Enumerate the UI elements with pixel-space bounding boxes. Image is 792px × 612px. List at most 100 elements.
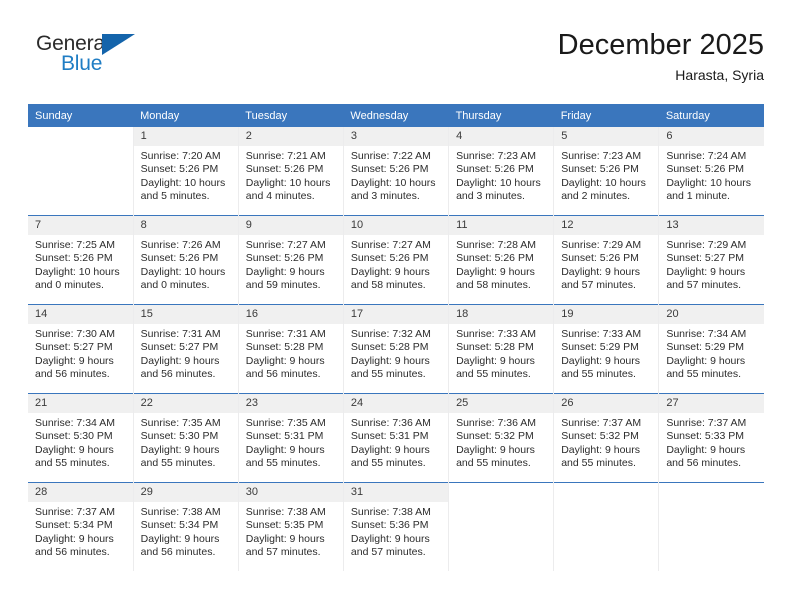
day-details: Sunrise: 7:24 AM Sunset: 5:26 PM Daylight:… [659,146,764,204]
calendar-day-cell[interactable]: 30 Sunrise: 7:38 AM Sunset: 5:35 PM Dayligh… [238,482,344,571]
daylight-text: Daylight: 9 hours and 55 minutes. [561,354,640,381]
calendar-day-cell[interactable]: 5 Sunrise: 7:23 AM Sunset: 5:26 PM Daylight… [553,127,660,216]
day-number: 3 [343,127,449,146]
calendar-day-cell[interactable]: 7 Sunrise: 7:25 AM Sunset: 5:26 PM Daylight… [28,215,134,305]
day-number [449,483,553,502]
day-details: Sunrise: 7:38 AM Sunset: 5:34 PM Daylight:… [134,502,238,560]
sunrise-text: Sunrise: 7:34 AM [35,417,115,429]
daylight-text: Daylight: 9 hours and 55 minutes. [350,443,430,470]
day-details: Sunrise: 7:38 AM Sunset: 5:35 PM Daylight:… [239,502,343,560]
day-cell-inner: 2 Sunrise: 7:21 AM Sunset: 5:26 PM Daylight… [238,127,343,215]
sunset-text: Sunset: 5:30 PM [35,430,113,443]
day-cell-inner [449,483,553,571]
calendar-week-row: 7 Sunrise: 7:25 AM Sunset: 5:26 PM Daylight… [28,215,764,305]
day-details: Sunrise: 7:38 AM Sunset: 5:36 PM Daylight:… [344,502,448,560]
day-number: 27 [659,394,764,413]
daylight-text: Daylight: 10 hours and 2 minutes. [561,176,646,203]
day-details: Sunrise: 7:28 AM Sunset: 5:26 PM Daylight:… [449,235,553,293]
sunrise-text: Sunrise: 7:36 AM [456,417,537,429]
day-cell-inner: 28 Sunrise: 7:37 AM Sunset: 5:34 PM Dayligh… [28,483,133,571]
calendar-day-cell[interactable]: 17 Sunrise: 7:32 AM Sunset: 5:28 PM Dayligh… [343,304,450,394]
day-details: Sunrise: 7:34 AM Sunset: 5:29 PM Daylight:… [659,324,764,382]
sunset-text: Sunset: 5:34 PM [140,519,219,532]
day-details: Sunrise: 7:37 AM Sunset: 5:33 PM Daylight:… [659,413,764,471]
sunset-text: Sunset: 5:26 PM [350,252,429,265]
calendar-day-cell[interactable]: 12 Sunrise: 7:29 AM Sunset: 5:26 PM Dayligh… [553,215,660,305]
calendar-day-cell[interactable]: 8 Sunrise: 7:26 AM Sunset: 5:26 PM Daylight… [133,215,239,305]
calendar-day-cell[interactable]: 25 Sunrise: 7:36 AM Sunset: 5:32 PM Dayligh… [448,393,555,483]
calendar-day-cell[interactable]: 4 Sunrise: 7:23 AM Sunset: 5:26 PM Daylight… [448,127,555,216]
logo-general-blue[interactable]: General Blue [28,32,248,88]
day-number: 16 [238,305,343,324]
daylight-text: Daylight: 9 hours and 57 minutes. [350,532,430,559]
sunrise-text: Sunrise: 7:29 AM [666,239,747,251]
day-details: Sunrise: 7:36 AM Sunset: 5:31 PM Daylight:… [344,413,448,471]
weekday-header-wednesday: Wednesday [343,104,449,127]
calendar-day-cell[interactable]: 29 Sunrise: 7:38 AM Sunset: 5:34 PM Dayligh… [133,482,239,571]
sunrise-text: Sunrise: 7:26 AM [140,239,221,251]
calendar-week-row: 28 Sunrise: 7:37 AM Sunset: 5:34 PM Dayligh… [28,482,764,571]
day-cell-inner: 31 Sunrise: 7:38 AM Sunset: 5:36 PM Dayligh… [343,483,449,571]
calendar-day-cell[interactable]: 21 Sunrise: 7:34 AM Sunset: 5:30 PM Dayligh… [28,393,134,483]
daylight-text: Daylight: 9 hours and 57 minutes. [666,265,746,292]
calendar-day-cell[interactable]: 3 Sunrise: 7:22 AM Sunset: 5:26 PM Daylight… [343,127,450,216]
calendar-day-cell[interactable]: 9 Sunrise: 7:27 AM Sunset: 5:26 PM Daylight… [238,215,344,305]
calendar-day-cell[interactable]: 28 Sunrise: 7:37 AM Sunset: 5:34 PM Dayligh… [28,482,134,571]
day-details: Sunrise: 7:31 AM Sunset: 5:28 PM Daylight:… [239,324,343,382]
calendar-grid-container: Sunday Monday Tuesday Wednesday Thursday… [28,104,764,571]
calendar-day-cell[interactable]: 11 Sunrise: 7:28 AM Sunset: 5:26 PM Dayligh… [448,215,555,305]
daylight-text: Daylight: 9 hours and 56 minutes. [140,354,220,381]
calendar-week-row: 14 Sunrise: 7:30 AM Sunset: 5:27 PM Dayligh… [28,304,764,394]
day-number: 10 [343,216,449,235]
sunset-text: Sunset: 5:35 PM [245,519,324,532]
calendar-day-cell[interactable]: 10 Sunrise: 7:27 AM Sunset: 5:26 PM Dayligh… [343,215,450,305]
sunset-text: Sunset: 5:26 PM [456,163,534,176]
day-cell-inner: 6 Sunrise: 7:24 AM Sunset: 5:26 PM Daylight… [659,127,764,215]
sunset-text: Sunset: 5:26 PM [245,163,324,176]
daylight-text: Daylight: 9 hours and 57 minutes. [245,532,325,559]
daylight-text: Daylight: 9 hours and 59 minutes. [245,265,325,292]
day-number: 4 [449,127,554,146]
calendar-day-cell[interactable]: 6 Sunrise: 7:24 AM Sunset: 5:26 PM Daylight… [659,127,764,216]
calendar-page: General Blue December 2025 Harasta, Syri… [0,0,792,612]
title-block: December 2025 Harasta, Syria [558,28,764,84]
day-details: Sunrise: 7:23 AM Sunset: 5:26 PM Daylight:… [449,146,553,204]
calendar-day-cell[interactable]: 15 Sunrise: 7:31 AM Sunset: 5:27 PM Dayligh… [133,304,239,394]
calendar-day-cell[interactable]: 19 Sunrise: 7:33 AM Sunset: 5:29 PM Dayligh… [553,304,660,394]
page-title: December 2025 [557,29,764,61]
day-cell-inner: 5 Sunrise: 7:23 AM Sunset: 5:26 PM Daylight… [554,127,659,215]
sunrise-text: Sunrise: 7:24 AM [666,150,747,162]
day-number [28,127,133,146]
day-number: 8 [133,216,238,235]
day-details: Sunrise: 7:33 AM Sunset: 5:28 PM Daylight:… [449,324,553,382]
sunrise-text: Sunrise: 7:38 AM [140,506,221,518]
daylight-text: Daylight: 9 hours and 58 minutes. [456,265,535,292]
day-number [554,483,658,502]
sunrise-text: Sunrise: 7:27 AM [350,239,431,251]
sunset-text: Sunset: 5:26 PM [456,252,534,265]
calendar-day-cell[interactable]: 20 Sunrise: 7:34 AM Sunset: 5:29 PM Dayligh… [658,304,764,394]
calendar-day-cell[interactable]: 26 Sunrise: 7:37 AM Sunset: 5:32 PM Dayligh… [553,393,660,483]
calendar-day-cell[interactable]: 22 Sunrise: 7:35 AM Sunset: 5:30 PM Dayligh… [133,393,239,483]
daylight-text: Daylight: 10 hours and 5 minutes. [140,176,226,203]
calendar-day-cell[interactable]: 16 Sunrise: 7:31 AM Sunset: 5:28 PM Dayligh… [238,304,344,394]
day-details: Sunrise: 7:21 AM Sunset: 5:26 PM Daylight:… [239,146,343,204]
calendar-day-cell[interactable]: 23 Sunrise: 7:35 AM Sunset: 5:31 PM Dayligh… [238,393,344,483]
day-details: Sunrise: 7:29 AM Sunset: 5:27 PM Daylight:… [659,235,764,293]
daylight-text: Daylight: 9 hours and 55 minutes. [35,443,114,470]
daylight-text: Daylight: 9 hours and 55 minutes. [456,354,535,381]
calendar-day-cell[interactable]: 27 Sunrise: 7:37 AM Sunset: 5:33 PM Dayligh… [658,393,764,483]
calendar-day-cell[interactable]: 18 Sunrise: 7:33 AM Sunset: 5:28 PM Dayligh… [448,304,555,394]
calendar-day-cell[interactable]: 2 Sunrise: 7:21 AM Sunset: 5:26 PM Daylight… [238,127,344,216]
day-number: 31 [343,483,449,502]
weekday-header-monday: Monday [133,104,239,127]
sunset-text: Sunset: 5:26 PM [35,252,113,265]
sunset-text: Sunset: 5:28 PM [350,341,429,354]
sunset-text: Sunset: 5:26 PM [561,252,639,265]
calendar-day-cell[interactable]: 13 Sunrise: 7:29 AM Sunset: 5:27 PM Dayligh… [658,215,764,305]
day-details: Sunrise: 7:37 AM Sunset: 5:34 PM Daylight:… [28,502,133,560]
calendar-day-cell[interactable]: 1 Sunrise: 7:20 AM Sunset: 5:26 PM Daylight… [133,127,239,216]
calendar-day-cell[interactable]: 31 Sunrise: 7:38 AM Sunset: 5:36 PM Dayligh… [343,482,450,571]
calendar-day-cell[interactable]: 14 Sunrise: 7:30 AM Sunset: 5:27 PM Dayligh… [28,304,134,394]
calendar-day-cell[interactable]: 24 Sunrise: 7:36 AM Sunset: 5:31 PM Dayligh… [343,393,450,483]
